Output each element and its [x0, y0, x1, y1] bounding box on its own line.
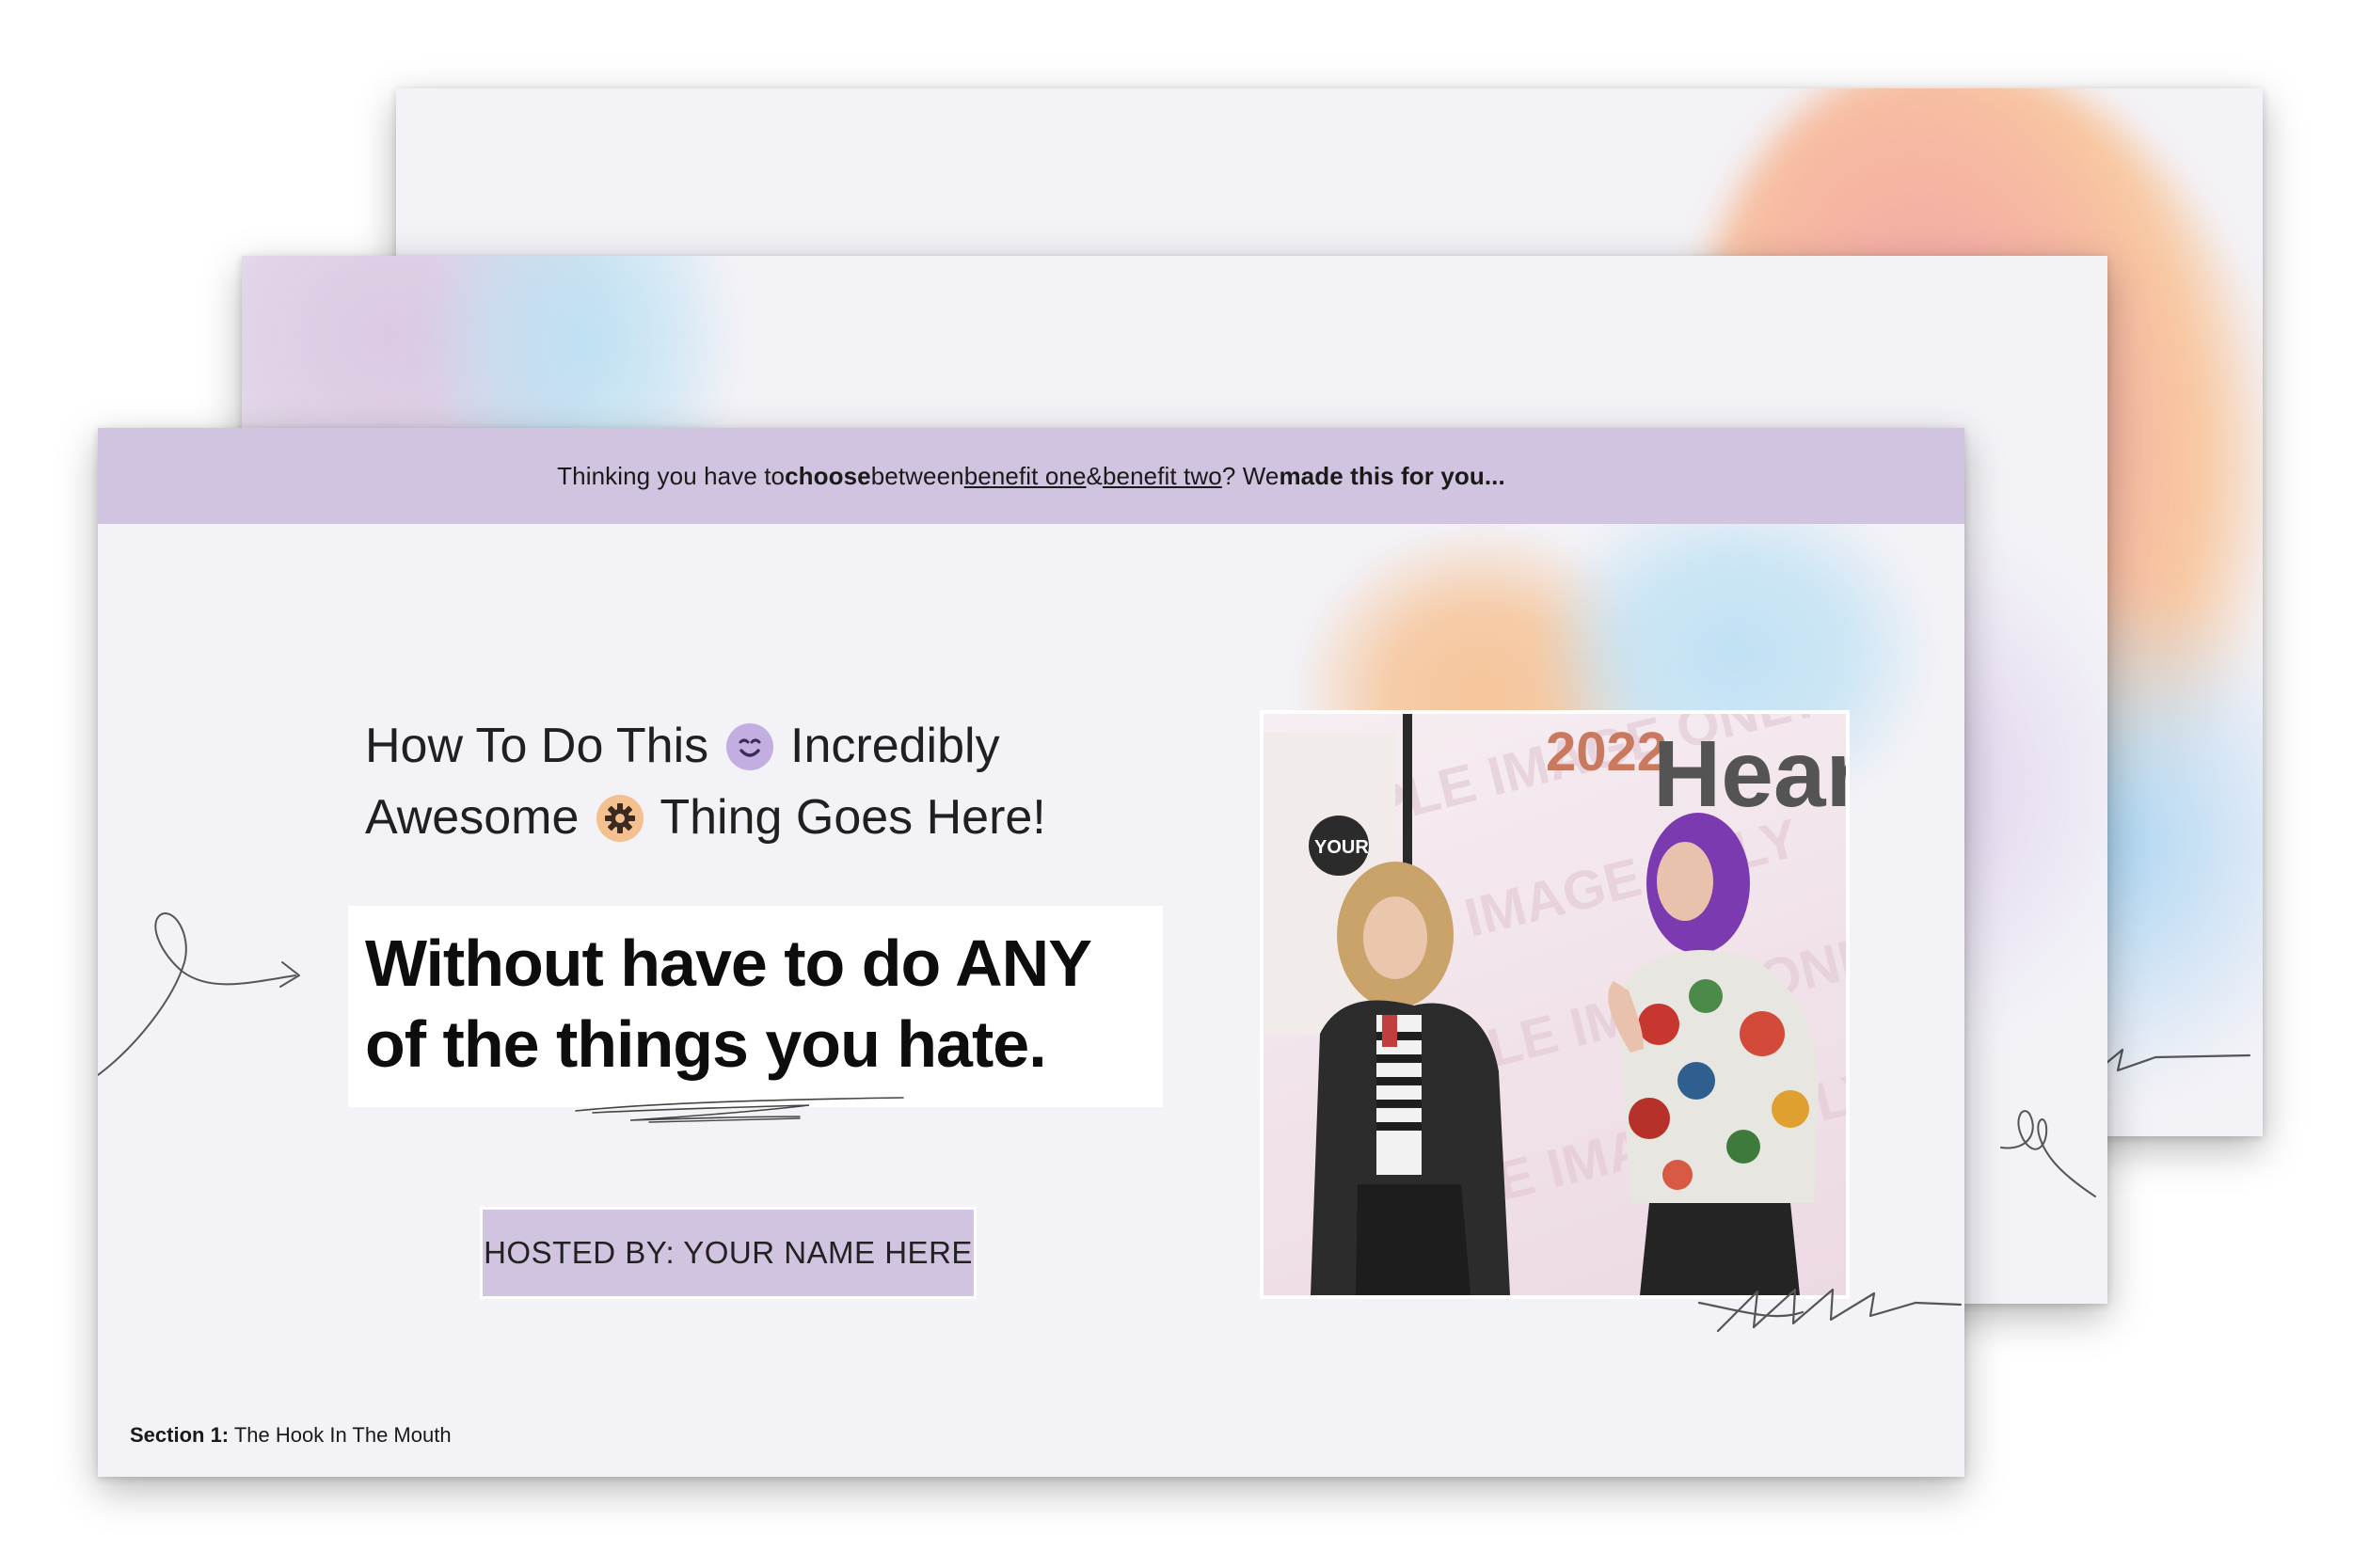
title-text: Awesome	[365, 790, 580, 845]
subheadline-line: of the things you hate.	[365, 1007, 1047, 1081]
announcement-choose: choose	[785, 461, 871, 490]
slide-deck-mockup: Thinking you have to choose between bene…	[0, 0, 2353, 1568]
title-text: How To Do This	[365, 719, 709, 773]
section-title: The Hook In The Mouth	[229, 1423, 452, 1447]
curly-arrow-doodle	[98, 912, 300, 1076]
scribble-underline	[575, 1097, 904, 1123]
banner-word: Heart	[1653, 721, 1846, 827]
speaker-photo: SAMPLE IMAGE ONLY SAMPLE IMAGE ONLY SAMP…	[1260, 710, 1850, 1299]
section-number: Section 1:	[130, 1423, 230, 1447]
slide-front: Thinking you have to choose between bene…	[98, 428, 1964, 1477]
announcement-text: Thinking you have to	[557, 461, 786, 490]
section-label: Section 1: The Hook In The Mouth	[130, 1423, 452, 1448]
subheadline-line: Without have to do ANY	[365, 927, 1092, 1000]
announcement-text: between	[870, 461, 964, 490]
announcement-text: &	[1086, 461, 1103, 490]
announcement-made-this: made this for you...	[1279, 461, 1505, 490]
title-text: Incredibly	[790, 719, 1000, 773]
benefit-two-link[interactable]: benefit two	[1103, 462, 1222, 491]
speaker-photo-illustration: SAMPLE IMAGE ONLY SAMPLE IMAGE ONLY SAMP…	[1264, 714, 1846, 1295]
swirl-doodle	[2000, 1110, 2096, 1197]
sign-text: YOUR	[1314, 837, 1369, 858]
subheadline: Without have to do ANY of the things you…	[365, 923, 1092, 1085]
benefit-one-link[interactable]: benefit one	[964, 462, 1087, 491]
announcement-bar: Thinking you have to choose between bene…	[98, 428, 1964, 524]
zigzag-doodle	[1697, 1288, 1963, 1333]
gear-icon	[596, 795, 644, 842]
hosted-by-label: HOSTED BY: YOUR NAME HERE	[484, 1235, 973, 1270]
title-text: Thing Goes Here!	[660, 790, 1046, 845]
banner-year: 2022	[1546, 721, 1667, 783]
page-title: How To Do This Incredibly Awesome Thing …	[365, 710, 1046, 853]
announcement-text: ? We	[1221, 461, 1280, 490]
smiling-face-icon	[725, 723, 773, 770]
hosted-by-button[interactable]: HOSTED BY: YOUR NAME HERE	[480, 1207, 977, 1299]
